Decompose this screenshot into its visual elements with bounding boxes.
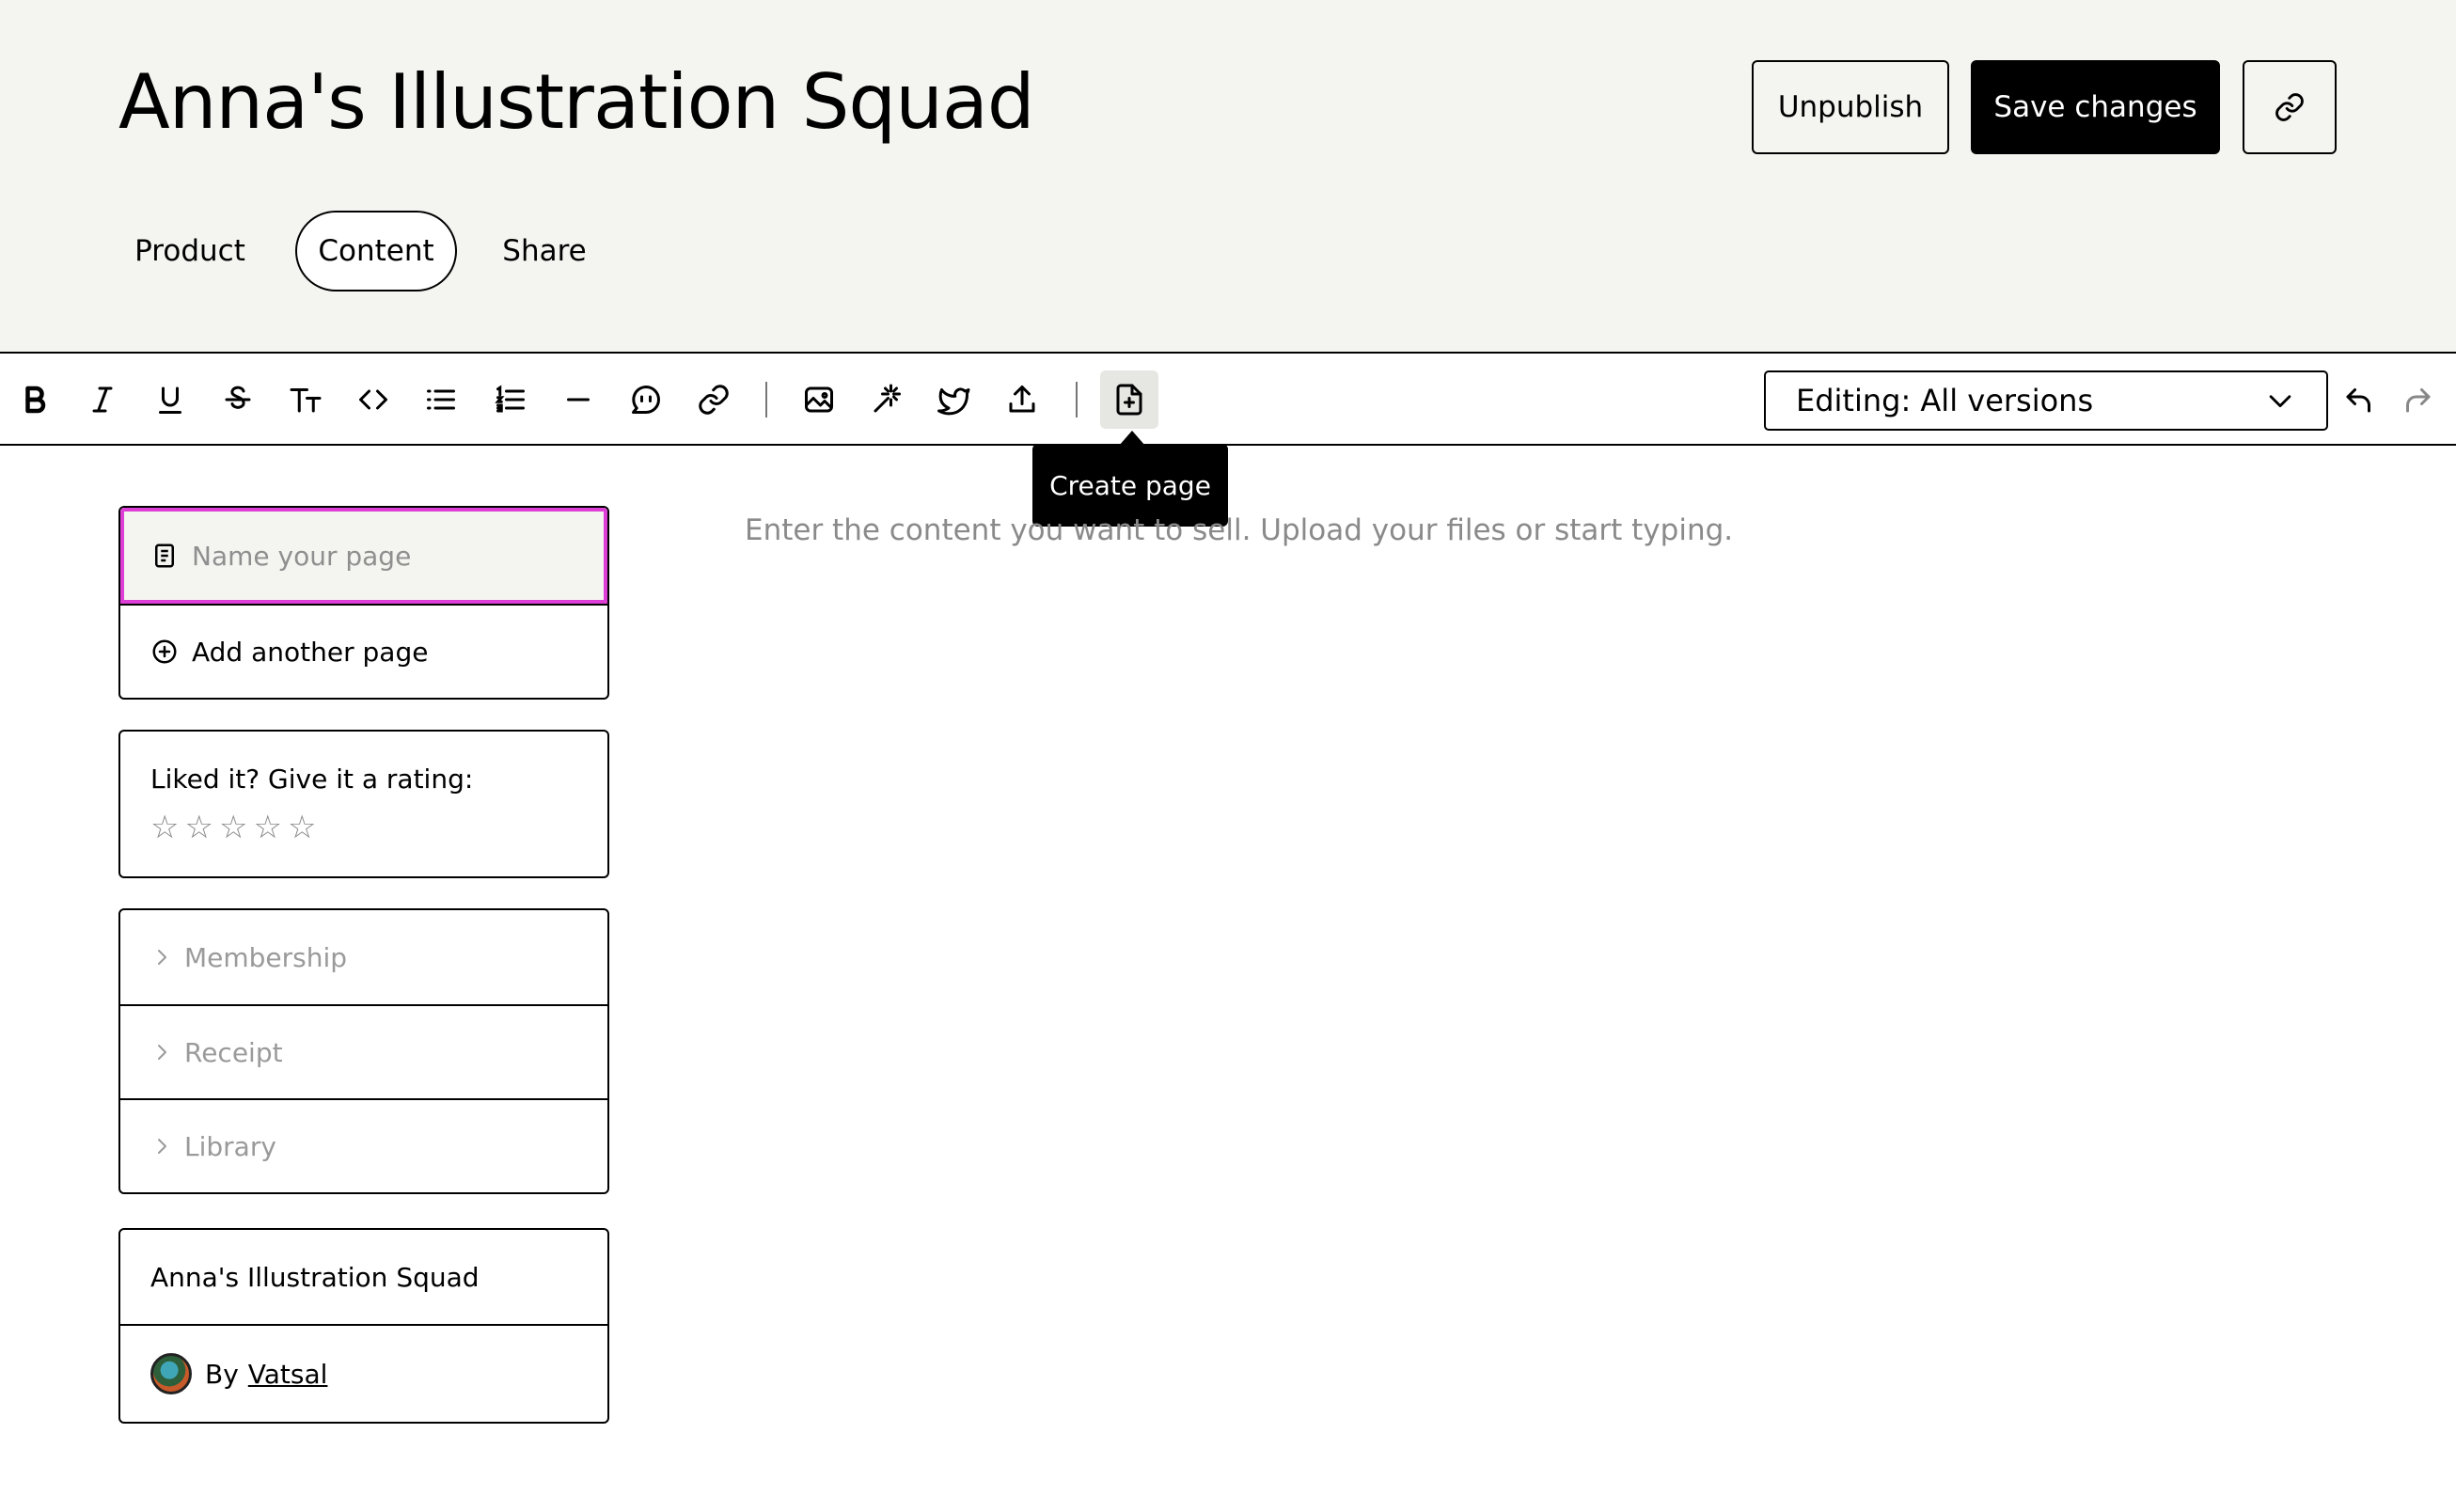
copy-link-button[interactable] <box>2243 60 2337 154</box>
unpublish-button[interactable]: Unpublish <box>1752 60 1949 154</box>
tab-content[interactable]: Content <box>295 211 457 291</box>
horizontal-rule-button[interactable] <box>549 370 607 429</box>
page-icon <box>155 543 174 568</box>
code-icon <box>359 389 387 410</box>
link-icon <box>2275 93 2304 121</box>
section-label: Receipt <box>184 1036 283 1068</box>
section-membership[interactable]: Membership <box>120 910 607 1004</box>
chevron-right-icon <box>158 1045 166 1060</box>
version-select-label: Editing: All versions <box>1796 383 2094 418</box>
save-changes-button[interactable]: Save changes <box>1971 60 2220 154</box>
product-name-row: Anna's Illustration Squad <box>120 1230 607 1324</box>
section-label: Membership <box>184 941 348 973</box>
magic-embed-icon <box>874 384 901 413</box>
quote-button[interactable] <box>617 370 675 429</box>
bullet-list-button[interactable] <box>412 370 470 429</box>
author-link[interactable]: Vatsal <box>248 1359 328 1390</box>
section-label: Library <box>184 1130 276 1162</box>
star-icon[interactable]: ☆ <box>288 811 316 843</box>
redo-button[interactable] <box>2388 370 2447 429</box>
bold-icon <box>25 386 46 414</box>
create-page-icon <box>1116 384 1142 416</box>
magic-embed-button[interactable] <box>858 370 916 429</box>
image-button[interactable] <box>790 370 848 429</box>
strikethrough-button[interactable] <box>209 370 267 429</box>
rating-prompt: Liked it? Give it a rating: <box>150 764 474 795</box>
add-another-page-button[interactable]: Add another page <box>120 604 607 698</box>
star-icon[interactable]: ☆ <box>219 811 247 843</box>
upload-button[interactable] <box>993 370 1051 429</box>
underline-icon <box>159 386 181 414</box>
add-another-page-label: Add another page <box>192 636 429 668</box>
twitter-icon <box>937 387 970 416</box>
rating-card: Liked it? Give it a rating: ☆ ☆ ☆ ☆ ☆ <box>118 730 609 878</box>
star-icon[interactable]: ☆ <box>184 811 213 843</box>
by-label: By <box>205 1358 239 1390</box>
pages-card: Name your page Add another page <box>118 506 609 700</box>
code-button[interactable] <box>344 370 402 429</box>
page-name-input[interactable]: Name your page <box>120 508 607 604</box>
redo-icon <box>2406 388 2431 413</box>
avatar <box>150 1353 192 1394</box>
italic-button[interactable] <box>73 370 132 429</box>
sections-card: Membership Receipt Library <box>118 908 609 1194</box>
create-page-button[interactable] <box>1100 370 1158 429</box>
quote-icon <box>632 386 660 414</box>
strikethrough-icon <box>225 386 251 409</box>
numbered-list-button[interactable] <box>481 370 540 429</box>
chevron-right-icon <box>158 1139 166 1154</box>
author-card: Anna's Illustration Squad By Vatsal <box>118 1228 609 1424</box>
plus-circle-icon <box>152 639 177 664</box>
undo-button[interactable] <box>2330 370 2388 429</box>
version-select[interactable]: Editing: All versions <box>1764 370 2328 431</box>
page-name-placeholder: Name your page <box>192 540 412 572</box>
toolbar-separator <box>1076 382 1078 417</box>
chevron-right-icon <box>158 950 166 965</box>
star-icon[interactable]: ☆ <box>150 811 179 843</box>
undo-icon <box>2346 388 2370 413</box>
section-library[interactable]: Library <box>120 1098 607 1192</box>
text-size-icon <box>290 388 322 413</box>
italic-icon <box>92 386 113 413</box>
bullet-list-icon <box>427 389 455 410</box>
bold-button[interactable] <box>6 370 64 429</box>
editor-toolbar: Editing: All versions <box>0 352 2456 446</box>
numbered-list-icon <box>495 385 525 413</box>
text-size-button[interactable] <box>276 370 335 429</box>
toolbar-separator <box>765 382 767 417</box>
editor-placeholder[interactable]: Enter the content you want to sell. Uplo… <box>745 513 1733 547</box>
product-name: Anna's Illustration Squad <box>150 1261 480 1293</box>
tab-share[interactable]: Share <box>483 211 606 291</box>
tab-product[interactable]: Product <box>118 211 261 291</box>
header: Anna's Illustration Squad Unpublish Save… <box>0 0 2456 352</box>
upload-icon <box>1009 386 1035 413</box>
twitter-button[interactable] <box>925 370 984 429</box>
chevron-down-icon <box>2269 395 2291 408</box>
underline-button[interactable] <box>141 370 199 429</box>
image-icon <box>805 386 833 413</box>
page-title: Anna's Illustration Squad <box>118 58 1035 146</box>
horizontal-rule-icon <box>567 398 590 402</box>
link-button[interactable] <box>685 370 743 429</box>
star-icon[interactable]: ☆ <box>253 811 281 843</box>
rating-stars: ☆ ☆ ☆ ☆ ☆ <box>150 811 577 843</box>
author-row: By Vatsal <box>120 1324 607 1422</box>
section-receipt[interactable]: Receipt <box>120 1004 607 1098</box>
link-icon <box>699 385 729 415</box>
